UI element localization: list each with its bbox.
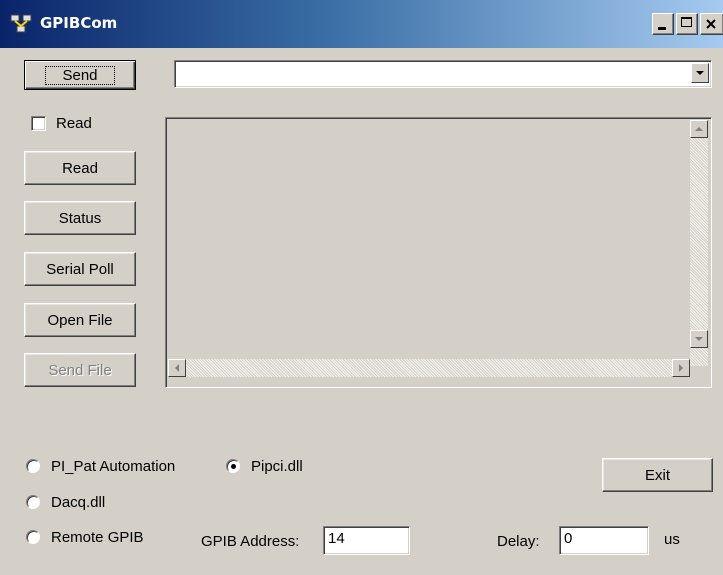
- arrow-left-icon: [175, 364, 179, 372]
- read-checkbox[interactable]: [31, 116, 46, 131]
- remote-gpib-label: Remote GPIB: [51, 529, 144, 546]
- maximize-icon: [681, 17, 692, 27]
- dacq-dll-radio[interactable]: [26, 495, 40, 509]
- horizontal-scrollbar[interactable]: [168, 359, 690, 377]
- pipci-dll-radio[interactable]: [226, 459, 240, 473]
- scroll-right-button[interactable]: [672, 359, 690, 377]
- scroll-left-button[interactable]: [168, 359, 186, 377]
- pi-pat-automation-label: PI_Pat Automation: [51, 458, 176, 475]
- read-button[interactable]: Read: [24, 151, 136, 185]
- exit-button[interactable]: Exit: [602, 458, 713, 492]
- combo-dropdown-button[interactable]: [691, 63, 709, 83]
- dacq-dll-label: Dacq.dll: [51, 494, 106, 511]
- status-button[interactable]: Status: [24, 201, 136, 235]
- send-button[interactable]: Send: [24, 60, 136, 90]
- serial-poll-button[interactable]: Serial Poll: [24, 252, 136, 286]
- open-file-button[interactable]: Open File: [24, 303, 136, 337]
- scroll-down-button[interactable]: [690, 330, 708, 348]
- radio-selected-dot: [231, 464, 236, 469]
- maximize-button[interactable]: [676, 13, 698, 35]
- minimize-icon: [658, 27, 666, 30]
- close-button[interactable]: [700, 13, 723, 35]
- arrow-up-icon: [695, 127, 703, 131]
- pipci-dll-label: Pipci.dll: [251, 458, 303, 475]
- pi-pat-automation-radio[interactable]: [26, 459, 40, 473]
- scroll-up-button[interactable]: [690, 120, 708, 138]
- title-bar[interactable]: GPIBCom: [0, 0, 723, 48]
- chevron-down-icon: [696, 71, 704, 75]
- gpib-address-input[interactable]: 14: [323, 526, 410, 555]
- read-checkbox-label: Read: [56, 115, 92, 132]
- remote-gpib-radio[interactable]: [26, 530, 40, 544]
- output-listbox[interactable]: [165, 117, 712, 388]
- command-combo[interactable]: [174, 60, 712, 88]
- delay-input[interactable]: 0: [559, 526, 649, 555]
- delay-label: Delay:: [497, 533, 540, 550]
- minimize-button[interactable]: [652, 13, 674, 35]
- send-file-button[interactable]: Send File: [24, 353, 136, 387]
- close-icon: [706, 19, 716, 29]
- window-title: GPIBCom: [40, 14, 118, 32]
- delay-unit: us: [664, 531, 680, 548]
- app-icon: [10, 14, 32, 33]
- arrow-right-icon: [679, 364, 683, 372]
- gpib-address-label: GPIB Address:: [201, 533, 300, 550]
- arrow-down-icon: [695, 337, 703, 341]
